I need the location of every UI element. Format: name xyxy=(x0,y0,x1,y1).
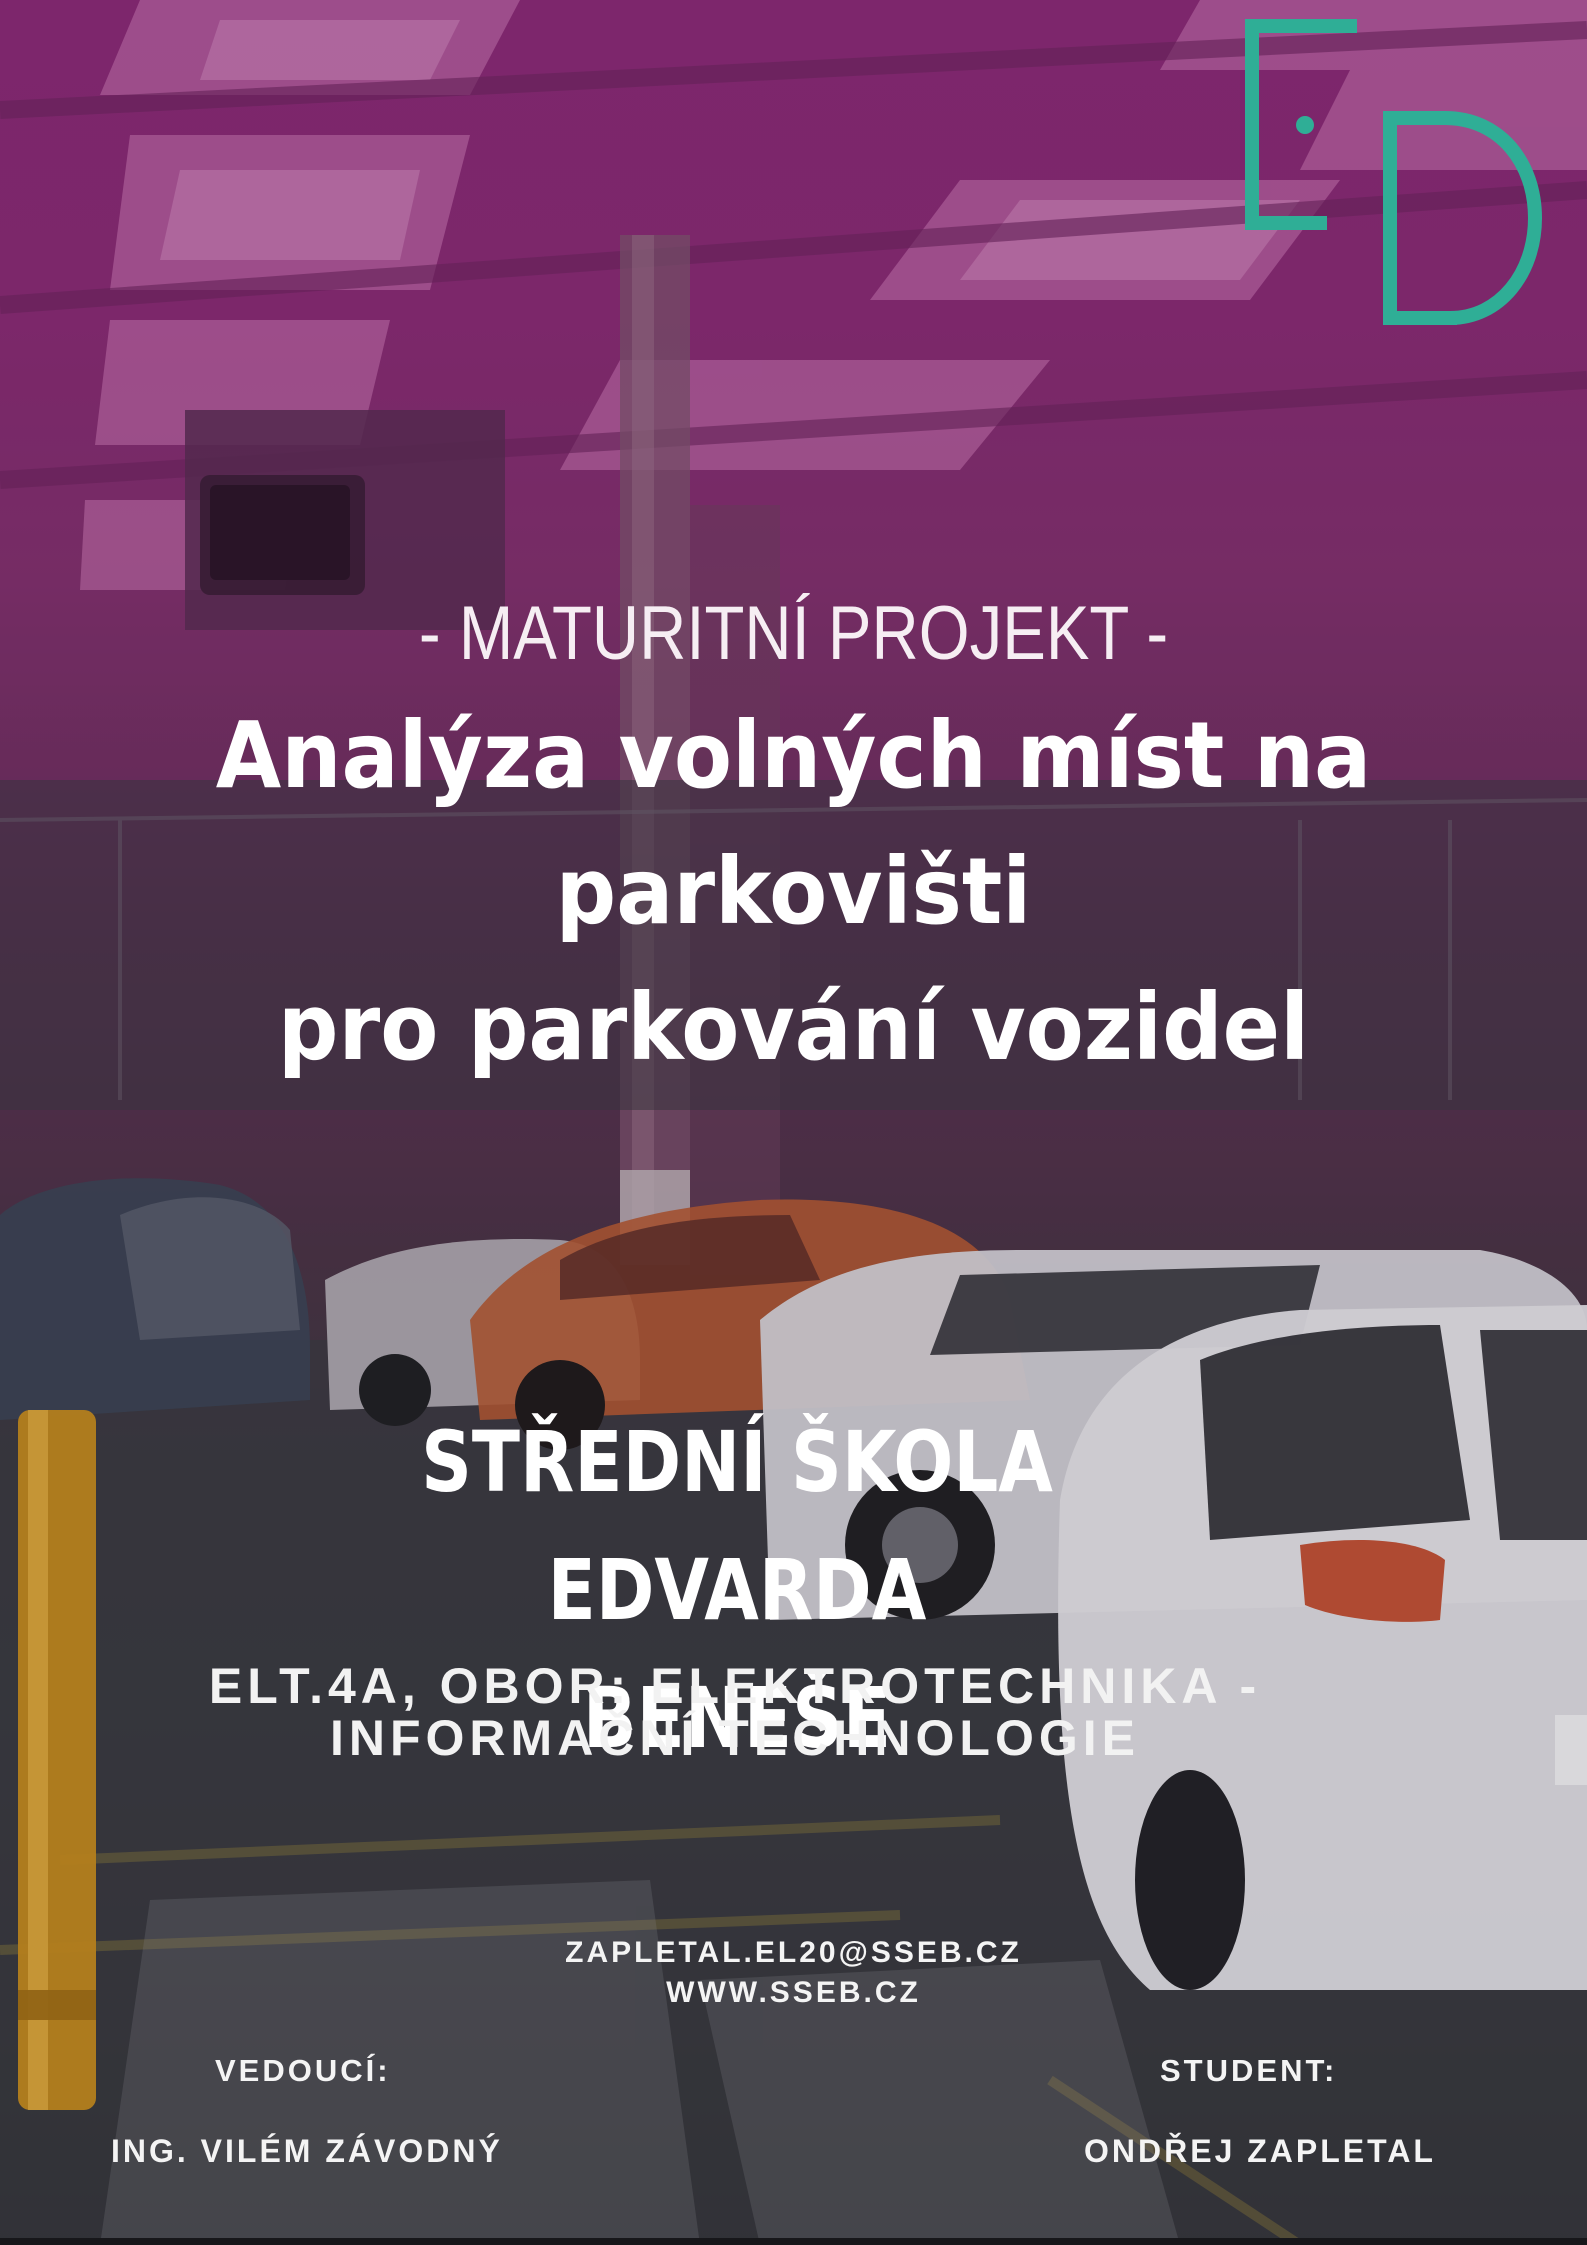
bottom-edge xyxy=(0,2238,1587,2245)
school-name-line: STŘEDNÍ ŠKOLA EDVARDA xyxy=(421,1413,1053,1639)
contact-info: ZAPLETAL.EL20@SSEB.CZ WWW.SSEB.CZ xyxy=(0,1933,1587,2013)
project-label: - MATURITNÍ PROJEKT - xyxy=(418,591,1169,676)
program-line: ELT.4A, OBOR: ELEKTROTECHNIKA - xyxy=(208,1658,1262,1714)
student-name: ONDŘEJ ZAPLETAL xyxy=(1084,2133,1436,2169)
title-line: Analýza volných míst na xyxy=(215,702,1372,809)
title-line: parkovišti xyxy=(555,838,1032,945)
title-line: pro parkování vozidel xyxy=(277,974,1310,1081)
program-info: ELT.4A, OBOR: ELEKTROTECHNIKA - INFORMAČ… xyxy=(160,1660,1310,1764)
email-address: ZAPLETAL.EL20@SSEB.CZ xyxy=(565,1936,1022,1969)
student-label: STUDENT: xyxy=(1160,2053,1338,2088)
website-url: WWW.SSEB.CZ xyxy=(666,1976,921,2009)
cover-page: - MATURITNÍ PROJEKT - Analýza volných mí… xyxy=(0,0,1587,2245)
supervisor-name: ING. VILÉM ZÁVODNÝ xyxy=(111,2133,503,2169)
supervisor-label: VEDOUCÍ: xyxy=(215,2053,391,2088)
project-title: Analýza volných míst na parkovišti pro p… xyxy=(63,688,1523,1096)
eb-logo xyxy=(1245,19,1543,326)
program-line: INFORMAČNÍ TECHNOLOGIE xyxy=(330,1710,1140,1766)
